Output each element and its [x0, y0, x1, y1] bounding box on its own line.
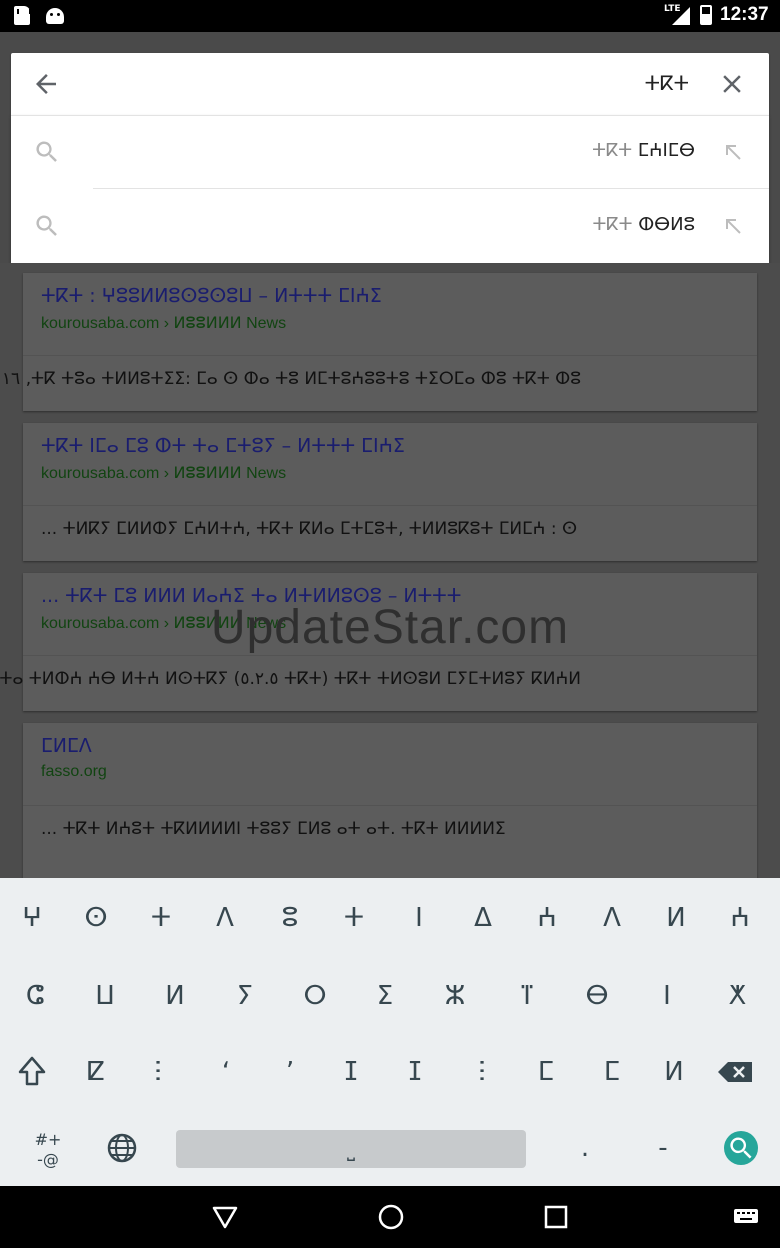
keyboard-row: ⵛ ⵡ ⵍ ⵢ ⵔ ⵉ ⵣ ⴶ ⴱ ⵏ ⵅ	[0, 964, 780, 1040]
key[interactable]: ⵛ	[3, 964, 67, 1028]
keyboard-row: ⵇ ⵗ ʻ ʼ ⵊ ⵊ ⵗ ⵎ ⵎ ⵍ	[0, 1040, 780, 1116]
key[interactable]: ⵓ	[258, 886, 322, 950]
result-card[interactable]: ⵎⵍⵎⴷ fasso.org ⵜⴽⵜ ⵍⵄⵓⵜ ⵜⴽⵍⵍⵍⵍⵏ ⵜⵓⵓⵢ ⵎⵍⵓ…	[23, 723, 757, 878]
keyboard-icon[interactable]	[732, 1202, 760, 1230]
keyboard-row: #+ -@ ⎵ . -	[0, 1116, 780, 1192]
sd-card-icon	[14, 6, 31, 25]
key[interactable]: ⵖ	[0, 886, 64, 950]
arrow-up-left-icon[interactable]	[721, 140, 745, 164]
watermark: UpdateStar.com	[210, 601, 570, 654]
key[interactable]: ⵠ	[451, 886, 515, 950]
home-circle-icon[interactable]	[376, 1202, 406, 1232]
divider	[23, 655, 757, 656]
result-title[interactable]: ⵜⴽⵜ ⵏⵎⴰ ⵎⵓ ⵀⵜ ⵜⴰ ⵎⵜⵓⵢ – ⵍⵜⵜⵜ ⵎⵏⵄⵉ	[41, 435, 405, 457]
key[interactable]: ʼ	[258, 1040, 322, 1104]
globe-icon[interactable]	[90, 1116, 154, 1180]
key[interactable]: ⵗ	[450, 1040, 514, 1104]
key[interactable]: ⵍ	[143, 964, 207, 1028]
status-bar: LTE 12:37	[0, 0, 780, 32]
key[interactable]: ⵍ	[644, 886, 708, 950]
close-icon[interactable]	[717, 69, 747, 99]
suggestion-item[interactable]: ⵜⴽⵜ ⵎⵄⵏⵎⴱ	[11, 116, 769, 189]
arrow-up-left-icon[interactable]	[721, 214, 745, 238]
key[interactable]: ⴶ	[495, 964, 559, 1028]
keyboard: ⵖ ⵙ ⵜ ⴷ ⵓ ⵜ ⵏ ⵠ ⵄ ⴷ ⵍ ⵄ ⵛ ⵡ ⵍ ⵢ ⵔ ⵉ ⵣ ⴶ …	[0, 878, 780, 1186]
arrow-left-icon[interactable]	[31, 69, 61, 99]
key[interactable]: ⵎ	[514, 1040, 578, 1104]
key[interactable]: -	[631, 1116, 695, 1180]
result-card[interactable]: ⵜⴽⵜ ⵏⵎⴰ ⵎⵓ ⵀⵜ ⵜⴰ ⵎⵜⵓⵢ – ⵍⵜⵜⵜ ⵎⵏⵄⵉ kourou…	[23, 423, 757, 561]
key[interactable]: ⵜ	[129, 886, 193, 950]
result-url: kourousaba.com › ⵍⵓⵓⵍⵍⵍ News	[41, 465, 287, 482]
clock: 12:37	[720, 4, 769, 25]
recents-square-icon[interactable]	[541, 1202, 571, 1232]
key[interactable]: ⵊ	[383, 1040, 447, 1104]
suggestion-prefix: ⵜⴽⵜ	[592, 140, 633, 161]
suggestion-prefix: ⵜⴽⵜ	[592, 214, 633, 235]
key[interactable]: ⵔ	[283, 964, 347, 1028]
result-snippet: ⵜⵍⴽⵢ ⵎⵍⵍⵀⵢ ⵎⵄⵍⵜⵄ‚ ⵜⴽⵜ ⴽⵍⴰ ⵎⵜⵎⵓⵜ‚ ⵜⵍⵍⵓⴽⵓⵜ…	[41, 519, 578, 539]
divider	[23, 505, 757, 506]
search-icon	[36, 141, 57, 162]
result-title[interactable]: ⵎⵍⵎⴷ	[41, 735, 92, 757]
search-input[interactable]: ⵜⴽⵜ	[645, 71, 689, 95]
signal-icon	[672, 7, 690, 25]
key[interactable]: ⵗ	[126, 1040, 190, 1104]
divider	[23, 805, 757, 806]
result-snippet: ⵜⴽⵜ ⵍⵄⵓⵜ ⵜⴽⵍⵍⵍⵍⵏ ⵜⵓⵓⵢ ⵎⵍⵓ ⴰⵜ ⴰⵜ. ⵜⴽⵜ ⵍⵍⵍ…	[41, 819, 506, 839]
android-icon	[46, 8, 64, 24]
suggestion-list: ⵜⴽⵜ ⵎⵄⵏⵎⴱ ⵜⴽⵜ ⵀⴱⵍⵓ	[11, 115, 769, 263]
key[interactable]: ⴷ	[193, 886, 257, 950]
key[interactable]: ⵄ	[515, 886, 579, 950]
key[interactable]: ⵡ	[73, 964, 137, 1028]
key[interactable]: ⵎ	[580, 1040, 644, 1104]
result-title[interactable]: ⵜⴽⵜ : ⵖⵓⵓⵍⵍⵓⵙⵓⵙⵓⵡ – ⵍⵜⵜⵜ ⵎⵏⵄⵉ	[41, 285, 382, 307]
key[interactable]: ⵉ	[353, 964, 417, 1028]
keyboard-row: ⵖ ⵙ ⵜ ⴷ ⵓ ⵜ ⵏ ⵠ ⵄ ⴷ ⵍ ⵄ	[0, 886, 780, 962]
spacebar[interactable]: ⎵	[176, 1130, 526, 1168]
key[interactable]: ⵣ	[423, 964, 487, 1028]
key[interactable]: ⵍ	[642, 1040, 706, 1104]
suggestion-suffix: ⵀⴱⵍⵓ	[638, 214, 695, 235]
key[interactable]: ⵅ	[705, 964, 769, 1028]
suggestion-suffix: ⵎⵄⵏⵎⴱ	[637, 140, 695, 161]
key[interactable]: ⵏ	[387, 886, 451, 950]
key[interactable]: ⵢ	[213, 964, 277, 1028]
suggestion-text: ⵜⴽⵜ ⵀⴱⵍⵓ	[592, 214, 695, 235]
symbols-key[interactable]: #+ -@	[16, 1130, 80, 1194]
result-snippet: ⵜⴽ ⵜⵓⴰ ⵜⵍⵍⵓⵜⵉⵉ: ⵎⴰ ⵙ ⵀⴰ ⵜⵓ ⵍⵎⵜⵓⵄⵓⵓⵜⵓ ⵜⵉⵔ…	[0, 369, 581, 389]
search-bar: ⵜⴽⵜ	[11, 53, 769, 115]
key[interactable]: ʻ	[194, 1040, 258, 1104]
back-triangle-icon[interactable]	[210, 1202, 240, 1232]
key[interactable]: ⵄ	[708, 886, 772, 950]
search-icon	[730, 1137, 752, 1159]
key[interactable]: .	[553, 1116, 617, 1180]
key[interactable]: ⵏ	[635, 964, 699, 1028]
key[interactable]: ⴱ	[565, 964, 629, 1028]
search-icon	[36, 215, 57, 236]
key[interactable]: ⴷ	[580, 886, 644, 950]
navigation-bar	[0, 1186, 780, 1248]
search-results: ⵜⴽⵜ : ⵖⵓⵓⵍⵍⵓⵙⵓⵙⵓⵡ – ⵍⵜⵜⵜ ⵎⵏⵄⵉ kourousaba…	[0, 263, 780, 878]
key[interactable]: ⵇ	[64, 1040, 128, 1104]
result-url: fasso.org	[41, 763, 107, 780]
result-snippet: ⵜⴽⵜ ⵜⵍⵙⵓⵍ ⵎⵢⵎⵜⵍⵓⵢ ⴽⵍⵄⵍ (ⵜⴽⵜ ٥.٢.٥) ⵜⴰ ⵜⵍ…	[0, 669, 581, 689]
suggestion-item[interactable]: ⵜⴽⵜ ⵀⴱⵍⵓ	[11, 190, 769, 262]
key[interactable]: ⵙ	[64, 886, 128, 950]
shift-icon[interactable]	[0, 1040, 64, 1104]
divider	[23, 355, 757, 356]
backspace-icon[interactable]	[706, 1040, 770, 1104]
divider	[93, 188, 769, 189]
key[interactable]: ⵜ	[322, 886, 386, 950]
suggestion-text: ⵜⴽⵜ ⵎⵄⵏⵎⴱ	[592, 140, 695, 161]
result-url: kourousaba.com › ⵍⵓⵓⵍⵍⵍ News	[41, 315, 287, 332]
search-action-button[interactable]	[724, 1131, 758, 1165]
result-card[interactable]: ⵜⴽⵜ : ⵖⵓⵓⵍⵍⵓⵙⵓⵙⵓⵡ – ⵍⵜⵜⵜ ⵎⵏⵄⵉ kourousaba…	[0, 273, 757, 411]
key[interactable]: ⵊ	[319, 1040, 383, 1104]
battery-icon	[700, 5, 712, 25]
